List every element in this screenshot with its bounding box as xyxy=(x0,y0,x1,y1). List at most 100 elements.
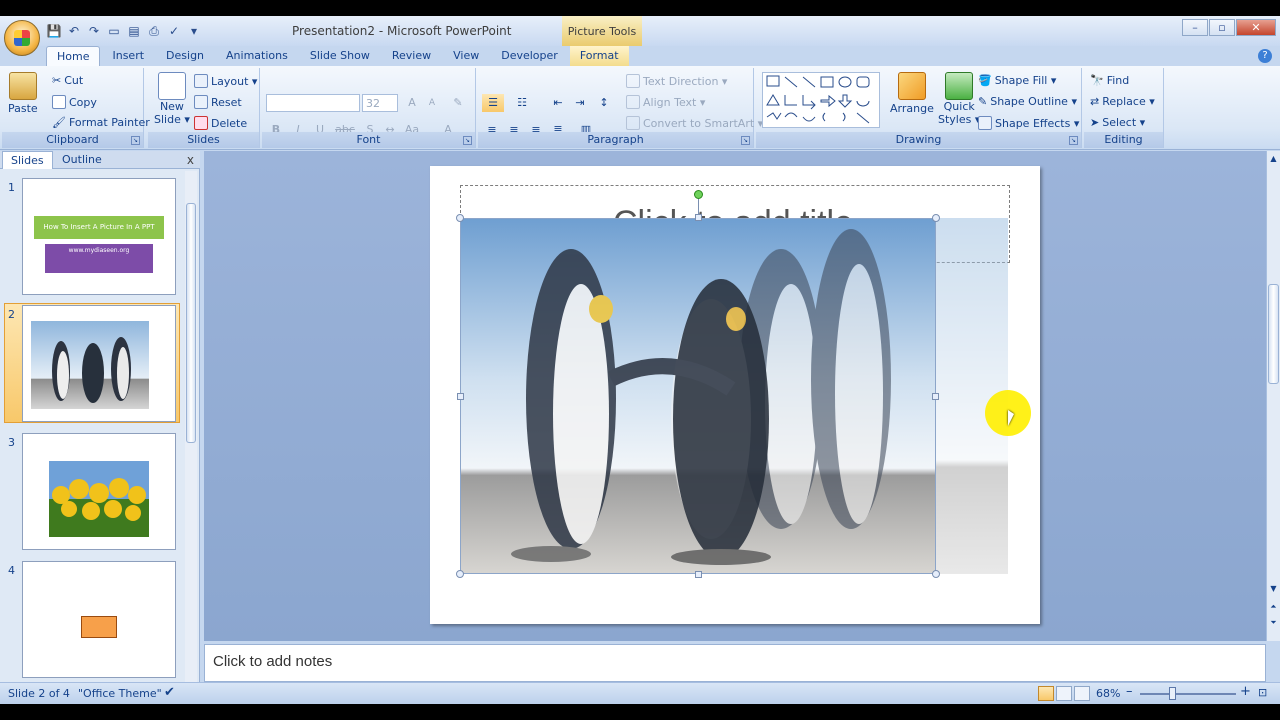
copy-button[interactable]: Copy xyxy=(52,95,97,109)
shrink-font-button[interactable]: A xyxy=(422,94,442,112)
help-icon[interactable]: ? xyxy=(1258,49,1272,63)
grow-font-button[interactable]: A xyxy=(402,94,422,112)
shape-outline-button[interactable]: ✎ Shape Outline ▾ xyxy=(978,95,1077,108)
resize-handle-left[interactable] xyxy=(457,393,464,400)
replace-button[interactable]: ⇄ Replace ▾ xyxy=(1090,95,1155,108)
spelling-icon[interactable]: ✓ xyxy=(166,23,182,39)
tab-slides[interactable]: Slides xyxy=(2,151,53,169)
next-slide-icon[interactable]: ⏷ xyxy=(1268,617,1279,628)
tab-animations[interactable]: Animations xyxy=(216,46,298,66)
format-painter-button[interactable]: 🖌 Format Painter xyxy=(52,116,150,129)
font-size-box[interactable]: 32 xyxy=(362,94,398,112)
zoom-slider-knob[interactable] xyxy=(1169,687,1176,700)
editor-scroll-thumb[interactable] xyxy=(1268,284,1279,384)
office-button[interactable] xyxy=(4,20,40,56)
resize-handle-top-left[interactable] xyxy=(456,214,464,222)
zoom-slider[interactable] xyxy=(1140,693,1236,695)
shape-fill-button[interactable]: 🪣 Shape Fill ▾ xyxy=(978,74,1056,87)
tab-review[interactable]: Review xyxy=(382,46,441,66)
new-file-icon[interactable]: ▭ xyxy=(106,23,122,39)
convert-smartart-button[interactable]: Convert to SmartArt ▾ xyxy=(626,116,763,130)
notes-pane[interactable]: Click to add notes xyxy=(204,644,1266,682)
tab-format[interactable]: Format xyxy=(569,46,629,66)
fit-to-window-icon[interactable]: ⊡ xyxy=(1258,686,1267,699)
close-button[interactable]: ✕ xyxy=(1236,19,1276,36)
save-icon[interactable]: 💾 xyxy=(46,23,62,39)
increase-indent-icon[interactable]: ⇥ xyxy=(570,94,590,112)
resize-handle-top-right[interactable] xyxy=(932,214,940,222)
customize-qat-icon[interactable]: ▾ xyxy=(186,23,202,39)
clipboard-launcher-icon[interactable]: ↘ xyxy=(131,136,140,145)
quick-styles-button[interactable]: Quick Styles ▾ xyxy=(938,72,980,126)
spelling-status-icon[interactable]: ✔ xyxy=(164,685,175,700)
scroll-down-icon[interactable]: ▼ xyxy=(1268,583,1279,594)
tab-design[interactable]: Design xyxy=(156,46,214,66)
reset-button[interactable]: Reset xyxy=(194,95,242,109)
print-preview-icon[interactable]: ⎙ xyxy=(146,23,162,39)
pane-scroll-thumb[interactable] xyxy=(186,203,196,443)
zoom-level[interactable]: 68% xyxy=(1096,687,1120,700)
resize-handle-right[interactable] xyxy=(932,393,939,400)
shapes-gallery-icons xyxy=(766,75,870,124)
line-spacing-icon[interactable]: ↕ xyxy=(594,94,614,112)
select-button[interactable]: ➤ Select ▾ xyxy=(1090,116,1145,129)
scroll-up-icon[interactable]: ▲ xyxy=(1268,153,1279,164)
bullets-icon[interactable]: ☰ xyxy=(482,94,504,112)
slide-thumbnail-4[interactable] xyxy=(22,561,176,678)
tab-home[interactable]: Home xyxy=(46,46,101,66)
tab-insert[interactable]: Insert xyxy=(102,46,154,66)
slide-thumbnail-3[interactable] xyxy=(22,433,176,550)
resize-handle-top[interactable] xyxy=(695,214,702,221)
redo-icon[interactable]: ↷ xyxy=(86,23,102,39)
new-slide-button[interactable]: New Slide ▾ xyxy=(154,72,190,126)
previous-slide-icon[interactable]: ⏶ xyxy=(1268,601,1279,612)
slide-number-2: 2 xyxy=(8,308,15,321)
minimize-button[interactable]: – xyxy=(1182,19,1208,36)
tab-view[interactable]: View xyxy=(443,46,489,66)
close-pane-icon[interactable]: x xyxy=(187,153,194,167)
paste-icon xyxy=(8,72,37,100)
scissors-icon: ✂ xyxy=(52,74,62,87)
zoom-out-button[interactable]: – xyxy=(1126,684,1133,699)
resize-handle-bottom-left[interactable] xyxy=(456,570,464,578)
tab-outline[interactable]: Outline xyxy=(54,151,110,169)
clear-formatting-icon[interactable]: ✎ xyxy=(448,94,468,112)
text-direction-icon xyxy=(626,74,640,88)
drawing-launcher-icon[interactable]: ↘ xyxy=(1069,136,1078,145)
penguins-picture[interactable] xyxy=(460,218,936,574)
font-launcher-icon[interactable]: ↘ xyxy=(463,136,472,145)
open-icon[interactable]: ▤ xyxy=(126,23,142,39)
editor-scrollbar[interactable]: ▲ ▼ ⏶ ⏷ xyxy=(1266,151,1280,641)
slide-show-view-button[interactable] xyxy=(1074,686,1090,701)
slide-canvas[interactable]: Click to add title xyxy=(430,166,1040,624)
zoom-in-button[interactable]: + xyxy=(1240,684,1251,699)
maximize-button[interactable]: ▫ xyxy=(1209,19,1235,36)
align-text-button[interactable]: Align Text ▾ xyxy=(626,95,705,109)
slides-group-label: Slides xyxy=(148,132,259,148)
undo-icon[interactable]: ↶ xyxy=(66,23,82,39)
tab-slide-show[interactable]: Slide Show xyxy=(300,46,380,66)
shape-effects-button[interactable]: Shape Effects ▾ xyxy=(978,116,1079,130)
slide-sorter-view-button[interactable] xyxy=(1056,686,1072,701)
slide-thumbnail-2[interactable] xyxy=(22,305,176,422)
layout-button[interactable]: Layout ▾ xyxy=(194,74,257,88)
resize-handle-bottom-right[interactable] xyxy=(932,570,940,578)
resize-handle-bottom[interactable] xyxy=(695,571,702,578)
cut-button[interactable]: ✂ Cut xyxy=(52,74,83,87)
paragraph-launcher-icon[interactable]: ↘ xyxy=(741,136,750,145)
slide-thumbnail-1[interactable]: How To Insert A Picture In A PPT www.myd… xyxy=(22,178,176,295)
ribbon-tabs: Home Insert Design Animations Slide Show… xyxy=(46,46,631,66)
shapes-gallery[interactable] xyxy=(762,72,880,128)
tab-developer[interactable]: Developer xyxy=(491,46,568,66)
font-name-box[interactable] xyxy=(266,94,360,112)
text-direction-button[interactable]: Text Direction ▾ xyxy=(626,74,727,88)
delete-button[interactable]: Delete xyxy=(194,116,247,130)
rotation-handle[interactable] xyxy=(694,190,703,199)
pane-scrollbar[interactable] xyxy=(185,171,197,693)
decrease-indent-icon[interactable]: ⇤ xyxy=(548,94,568,112)
normal-view-button[interactable] xyxy=(1038,686,1054,701)
arrange-button[interactable]: Arrange xyxy=(890,72,934,115)
find-button[interactable]: 🔭 Find xyxy=(1090,74,1129,87)
paste-button[interactable]: Paste xyxy=(8,72,38,115)
numbering-icon[interactable]: ☷ xyxy=(512,94,532,112)
